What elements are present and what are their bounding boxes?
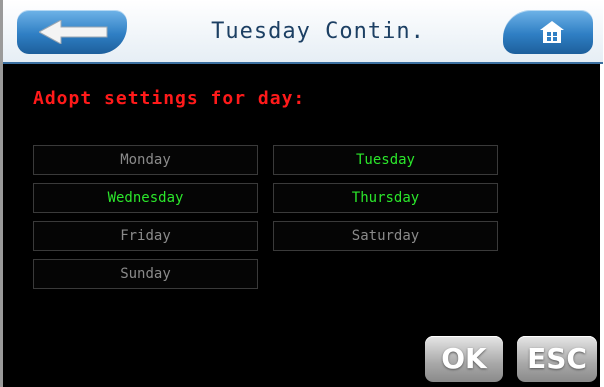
- page-title: Tuesday Contin.: [211, 19, 425, 44]
- display-frame: Tuesday Contin. Adopt settings for day: …: [0, 0, 603, 387]
- ok-button[interactable]: OK: [425, 336, 503, 382]
- arrow-left-icon: [39, 20, 109, 44]
- screen: Tuesday Contin. Adopt settings for day: …: [0, 0, 604, 387]
- esc-button[interactable]: ESC: [517, 336, 597, 382]
- adopt-settings-label: Adopt settings for day:: [33, 88, 306, 109]
- back-button[interactable]: [17, 10, 127, 54]
- day-button-saturday[interactable]: Saturday: [273, 221, 498, 251]
- home-button[interactable]: [503, 10, 593, 54]
- day-button-friday[interactable]: Friday: [33, 221, 258, 251]
- day-button-monday[interactable]: Monday: [33, 145, 258, 175]
- header-bar: Tuesday Contin.: [3, 0, 603, 64]
- day-button-thursday[interactable]: Thursday: [273, 183, 498, 213]
- day-button-tuesday[interactable]: Tuesday: [273, 145, 498, 175]
- home-icon: [539, 20, 565, 44]
- day-button-wednesday[interactable]: Wednesday: [33, 183, 258, 213]
- day-button-sunday[interactable]: Sunday: [33, 259, 258, 289]
